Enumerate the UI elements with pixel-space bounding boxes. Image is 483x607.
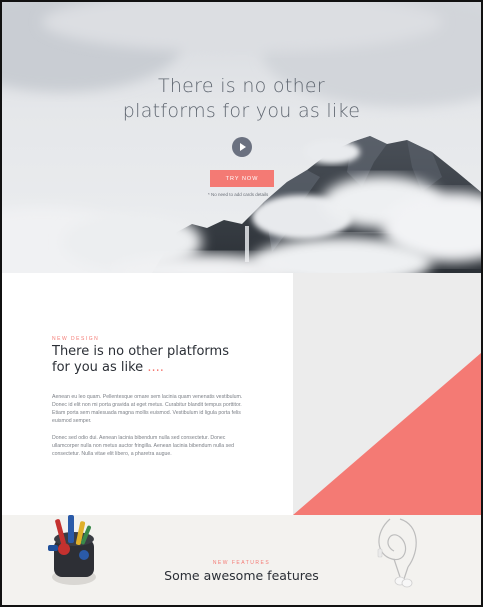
page-frame: There is no other platforms for you as l… bbox=[2, 2, 481, 605]
features-eyebrow: NEW FEATURES bbox=[212, 560, 271, 566]
design-graphic-panel bbox=[293, 273, 481, 515]
hero-section: There is no other platforms for you as l… bbox=[2, 2, 481, 273]
new-design-section: NEW DESIGN There is no other platforms f… bbox=[2, 273, 481, 515]
hero-title: There is no other platforms for you as l… bbox=[2, 74, 481, 124]
hero-title-line2: platforms for you as like bbox=[122, 100, 361, 122]
play-icon bbox=[240, 143, 246, 151]
hero-title-line1: There is no other bbox=[157, 75, 326, 97]
hero-note: * No need to add cards details bbox=[208, 192, 269, 197]
design-title: There is no other platforms for you as l… bbox=[52, 344, 252, 376]
design-paragraph-1: Aenean eu leo quam. Pellentesque ornare … bbox=[52, 394, 243, 424]
play-video-button[interactable] bbox=[232, 137, 252, 157]
design-eyebrow: NEW DESIGN bbox=[52, 336, 100, 342]
design-paragraph-2: Donec sed odio dui. Aenean lacinia biben… bbox=[52, 435, 234, 457]
design-title-line2-wrap: for you as like .... bbox=[52, 360, 252, 376]
features-title: Some awesome features bbox=[164, 568, 319, 583]
design-title-line1: There is no other platforms bbox=[52, 344, 229, 359]
design-title-dots: .... bbox=[147, 360, 164, 375]
features-section: NEW FEATURES Some awesome features bbox=[2, 515, 481, 605]
design-title-line2: for you as like bbox=[52, 360, 144, 375]
try-now-button[interactable]: TRY NOW bbox=[210, 170, 274, 187]
